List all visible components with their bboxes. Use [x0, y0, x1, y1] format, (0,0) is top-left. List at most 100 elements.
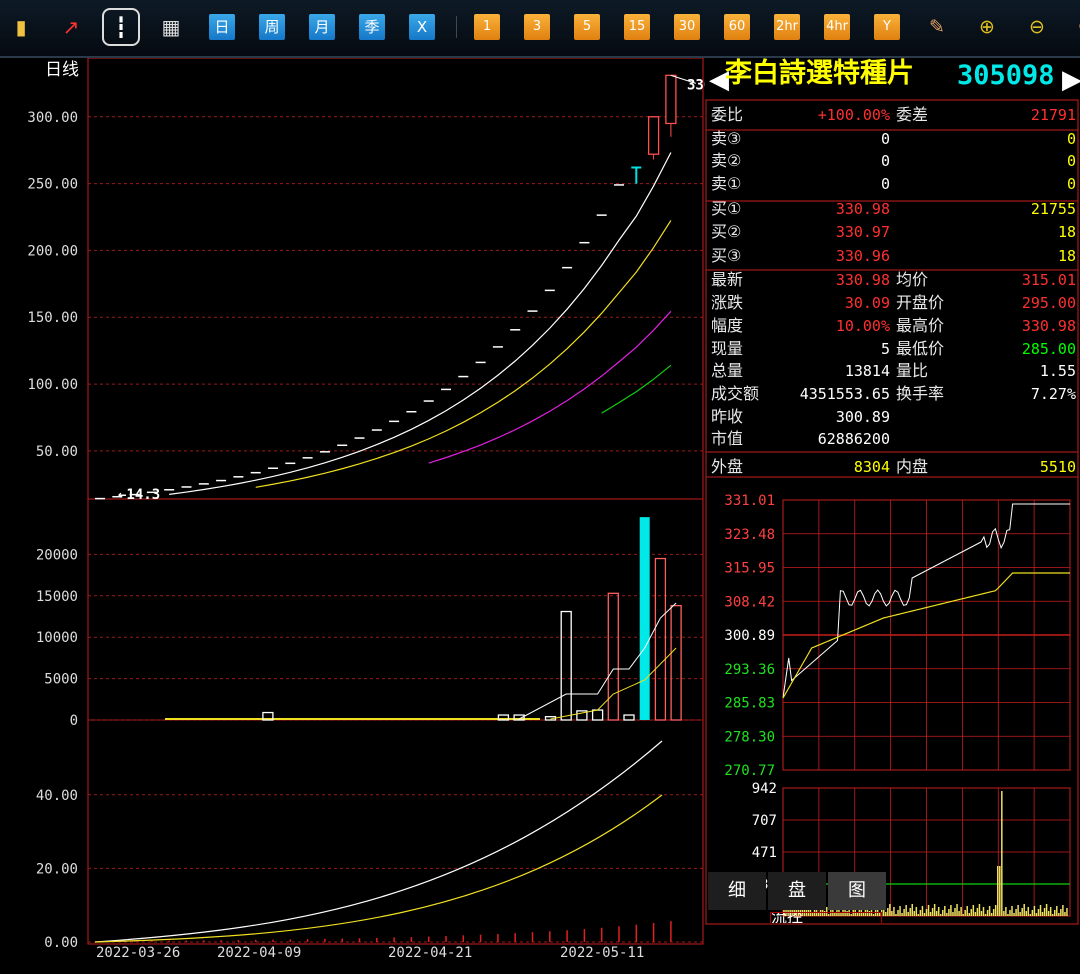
quote-label: 买②: [711, 222, 741, 241]
quote-label-2: 开盘价: [896, 293, 944, 312]
quote-value: 0: [881, 152, 890, 170]
tab-detail[interactable]: 细: [708, 872, 766, 910]
minute-period-button[interactable]: 30: [674, 14, 700, 40]
quote-value: 10.00%: [836, 317, 890, 335]
candlestick-icon[interactable]: ┇: [102, 8, 140, 46]
period-button[interactable]: X: [409, 14, 435, 40]
minute-period-button[interactable]: 2hr: [774, 14, 800, 40]
volume-bar: [670, 604, 682, 721]
quote-label: 卖③: [711, 129, 741, 148]
period-button[interactable]: 周: [259, 14, 285, 40]
quote-label: 卖①: [711, 174, 741, 193]
minute-period-button[interactable]: 5: [574, 14, 600, 40]
flow-control-tab[interactable]: 流控: [770, 912, 882, 923]
minute-period-button[interactable]: 4hr: [824, 14, 850, 40]
intraday-price-tick: 323.48: [724, 527, 775, 543]
minute-label: 2hr: [776, 19, 798, 34]
quote-value-2: 0: [1067, 130, 1076, 148]
ma5-line: [169, 152, 672, 495]
quote-value: 0: [881, 130, 890, 148]
minute-period-button[interactable]: 60: [724, 14, 750, 40]
volume-bar-highlight: [639, 517, 650, 720]
tab-chart[interactable]: 图: [828, 872, 886, 910]
quote-value: 330.98: [836, 200, 890, 218]
intraday-price-tick: 300.89: [724, 628, 775, 644]
minute-label: 15: [628, 19, 646, 34]
period-label: 周: [264, 18, 280, 36]
quote-label: 涨跌: [711, 293, 743, 312]
indicator-tick-label: 20.00: [36, 861, 78, 877]
quote-label: 买①: [711, 199, 741, 218]
ma20-line: [428, 310, 672, 464]
quote-label-2: 换手率: [896, 384, 944, 403]
price-tick-label: 250.00: [27, 177, 78, 193]
minute-period-button[interactable]: 3: [524, 14, 550, 40]
zoom-in-icon[interactable]: ⊕: [974, 14, 1000, 40]
quote-label: 总量: [711, 361, 743, 380]
quote-value: 13814: [845, 362, 890, 380]
quote-label: 昨收: [711, 407, 743, 426]
quote-label: 成交额: [711, 384, 759, 403]
volume-tick-label: 15000: [36, 589, 78, 605]
pencil-icon[interactable]: ✏: [1074, 14, 1080, 40]
period-button[interactable]: 日: [209, 14, 235, 40]
quote-label-2: 最低价: [896, 339, 944, 358]
quote-value-2: 7.27%: [1031, 385, 1076, 403]
minute-period-button[interactable]: Y: [874, 14, 900, 40]
quote-value: 62886200: [818, 430, 890, 448]
quote-value-2: 0: [1067, 152, 1076, 170]
t-candle: [631, 166, 642, 184]
date-tick-label: 2022-03-26: [96, 945, 180, 961]
intraday-volume-tick: 707: [752, 813, 777, 829]
intraday-price-tick: 331.01: [724, 493, 775, 509]
quote-value: 330.96: [836, 247, 890, 265]
date-tick-label: 2022-04-09: [217, 945, 301, 961]
minute-period-button[interactable]: 15: [624, 14, 650, 40]
quote-value-2: 295.00: [1022, 294, 1076, 312]
stock-code: 305098: [957, 60, 1055, 91]
period-button[interactable]: 季: [359, 14, 385, 40]
inner-value: 5510: [1040, 458, 1076, 476]
quote-value: 5: [881, 340, 890, 358]
kline-chart[interactable]: 日线 300.00 250.00 200.00 150.00 100.00 50.00 330…: [0, 58, 705, 974]
quote-label: 买③: [711, 246, 741, 265]
intraday-price-tick: 315.95: [724, 561, 775, 577]
line-chart-icon[interactable]: ↗: [58, 14, 84, 40]
edit-icon[interactable]: ✎: [924, 14, 950, 40]
price-tick-label: 100.00: [27, 377, 78, 393]
volume-ma5-line: [518, 602, 677, 720]
quote-label: 委比: [711, 105, 743, 124]
low-price-label: ←14.3: [118, 487, 160, 503]
date-tick-label: 2022-04-21: [388, 945, 472, 961]
price-tick-label: 200.00: [27, 243, 78, 259]
date-tick-label: 2022-05-11: [560, 945, 644, 961]
quote-label: 现量: [711, 339, 743, 358]
panel-border: [705, 99, 1079, 925]
period-label: 日线: [45, 60, 79, 80]
volume-bar: [654, 557, 667, 721]
period-label: X: [416, 18, 428, 36]
period-button[interactable]: 月: [309, 14, 335, 40]
last-price-label: 330.98: [687, 77, 705, 93]
quote-value-2: 18: [1058, 223, 1076, 241]
volume-tick-label: 5000: [44, 672, 78, 688]
minute-label: 60: [728, 19, 746, 34]
tab-book[interactable]: 盘: [768, 872, 826, 910]
quote-label: 卖②: [711, 151, 741, 170]
quote-value-2: 1.55: [1040, 362, 1076, 380]
quote-label-2: 委差: [896, 105, 928, 124]
quote-label-2: 量比: [896, 361, 928, 380]
toolbar-divider: [456, 16, 457, 38]
minute-period-button[interactable]: 1: [474, 14, 500, 40]
inner-label: 内盘: [896, 457, 928, 476]
volume-bar: [560, 610, 572, 721]
quote-value-2: 21755: [1031, 200, 1076, 218]
intraday-price-tick: 270.77: [724, 763, 775, 779]
minute-label: 3: [532, 19, 542, 34]
intraday-price-tick: 308.42: [724, 594, 775, 610]
quote-value: 30.09: [845, 294, 890, 312]
bar-chart-icon[interactable]: ▮: [8, 14, 34, 40]
intraday-price-tick: 278.30: [724, 729, 775, 745]
calendar-icon[interactable]: ▦: [158, 14, 184, 40]
zoom-out-icon[interactable]: ⊖: [1024, 14, 1050, 40]
